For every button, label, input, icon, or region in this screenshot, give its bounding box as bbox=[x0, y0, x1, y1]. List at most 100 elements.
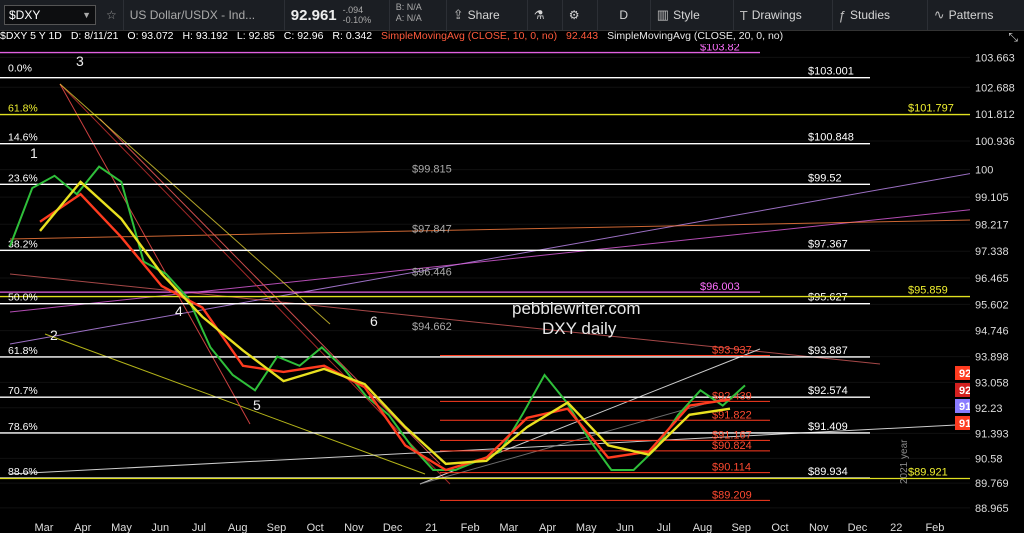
yellow-level-label: $95.859 bbox=[908, 285, 948, 297]
share-button[interactable]: ⇪ Share bbox=[447, 0, 528, 30]
x-tick-label: Aug bbox=[693, 522, 713, 533]
y-tick-label: 92.23 bbox=[975, 403, 1003, 415]
drawings-button[interactable]: T Drawings bbox=[734, 0, 833, 30]
style-button[interactable]: ▥ Style bbox=[651, 0, 734, 30]
trend-line bbox=[9, 218, 1024, 240]
price-level-label: $99.52 bbox=[808, 172, 842, 184]
mid-level-label: $99.815 bbox=[412, 163, 452, 175]
y-tick-label: 94.746 bbox=[975, 326, 1009, 338]
red-level-label: $90.824 bbox=[712, 440, 752, 452]
price-level-label: $93.887 bbox=[808, 345, 848, 357]
y-axis: 103.663 102.688 101.812 100.936 100 99.105 98.… bbox=[970, 44, 1024, 533]
study-info-bar: $DXY 5 Y 1D D: 8/11/21 O: 93.072 H: 93.1… bbox=[0, 30, 1024, 44]
x-tick-label: Mar bbox=[35, 522, 54, 533]
x-tick-label: Jul bbox=[657, 522, 671, 533]
mid-level-label: $96.446 bbox=[412, 267, 452, 279]
studies-button[interactable]: ƒ Studies bbox=[833, 0, 928, 30]
y-tick-label: 99.105 bbox=[975, 192, 1009, 204]
x-tick-label: Sep bbox=[267, 522, 287, 533]
patterns-button[interactable]: ∿ Patterns bbox=[928, 0, 1024, 30]
x-tick-label: Sep bbox=[731, 522, 751, 533]
fib-label: 61.8% bbox=[8, 103, 38, 115]
sma-line-1 bbox=[39, 192, 731, 472]
last-price: 92.961 bbox=[290, 6, 337, 24]
fib-label: 14.6% bbox=[8, 132, 38, 144]
price-level-label: $103.001 bbox=[808, 66, 854, 78]
star-icon: ☆ bbox=[106, 8, 117, 22]
y-tick-label: 103.663 bbox=[975, 52, 1015, 64]
y-tick-label: 97.338 bbox=[975, 246, 1009, 258]
info-open: O: 93.072 bbox=[127, 30, 174, 42]
info-close: C: 92.96 bbox=[283, 30, 324, 42]
watermark-subtitle: DXY daily bbox=[542, 319, 617, 338]
gear-icon: ⚙ bbox=[568, 8, 580, 22]
price-level-label: $92.574 bbox=[808, 385, 848, 397]
x-tick-label: Jun bbox=[151, 522, 169, 533]
trend-line bbox=[59, 83, 251, 425]
info-low: L: 92.85 bbox=[236, 30, 275, 42]
x-tick-label: Mar bbox=[499, 522, 518, 533]
x-tick-label: May bbox=[576, 522, 597, 533]
flask-button[interactable]: ⚗ bbox=[528, 0, 563, 30]
magenta-level-label: $96.003 bbox=[700, 281, 740, 293]
trend-line bbox=[9, 203, 1024, 313]
x-tick-label: 21 bbox=[425, 522, 437, 533]
price-levels: $103.001 $100.848 $99.52 $97.367 $95.627 $93.… bbox=[0, 44, 970, 501]
price-display: 92.961 -.094 -0.10% bbox=[285, 0, 390, 30]
mid-level-label: $94.662 bbox=[412, 321, 452, 333]
magenta-level-label: $103.82 bbox=[700, 44, 740, 54]
wave-label: 5 bbox=[253, 397, 261, 413]
chevron-down-icon[interactable]: ▼ bbox=[82, 10, 91, 20]
price-level-label: $97.367 bbox=[808, 238, 848, 250]
wave-label: 3 bbox=[76, 53, 84, 69]
price-chart[interactable]: $103.001 $100.848 $99.52 $97.367 $95.627 $93.… bbox=[0, 44, 1024, 533]
yellow-level-label: $89.921 bbox=[908, 467, 948, 479]
fib-label: 78.6% bbox=[8, 421, 38, 433]
favorite-button[interactable]: ☆ bbox=[100, 0, 124, 30]
ask-value: A: N/A bbox=[395, 13, 422, 23]
y-tick-label: 93.058 bbox=[975, 377, 1009, 389]
studies-icon: ƒ bbox=[838, 7, 846, 23]
red-level-label: $90.114 bbox=[712, 462, 751, 474]
bid-value: B: N/A bbox=[395, 2, 422, 12]
x-tick-label: Nov bbox=[809, 522, 829, 533]
x-tick-label: May bbox=[111, 522, 132, 533]
symbol-input[interactable]: $DXY ▼ bbox=[4, 5, 96, 25]
mid-level-label: $97.847 bbox=[412, 224, 452, 236]
yellow-level-label: $101.797 bbox=[908, 103, 954, 115]
x-tick-label: Dec bbox=[383, 522, 403, 533]
x-tick-label: Dec bbox=[848, 522, 868, 533]
settings-button[interactable]: ⚙ bbox=[563, 0, 598, 30]
info-symbol: $DXY 5 Y 1D bbox=[0, 30, 62, 42]
change-value: -.094 bbox=[342, 5, 364, 15]
timeframe-button[interactable]: D bbox=[598, 0, 651, 30]
info-range: R: 0.342 bbox=[332, 30, 373, 42]
sma20-label[interactable]: SimpleMovingAvg (CLOSE, 20, 0, no) bbox=[607, 30, 783, 42]
drawings-icon: T bbox=[739, 7, 748, 23]
wave-label: 6 bbox=[370, 313, 378, 329]
fib-label: 23.6% bbox=[8, 172, 38, 184]
flask-icon: ⚗ bbox=[533, 8, 545, 22]
info-date: D: 8/11/21 bbox=[70, 30, 119, 42]
patterns-icon: ∿ bbox=[933, 7, 945, 22]
y-tick-label: 89.769 bbox=[975, 478, 1009, 490]
fib-label: 70.7% bbox=[8, 385, 38, 397]
x-tick-label: Oct bbox=[771, 522, 788, 533]
y-tick-label: 91.393 bbox=[975, 428, 1009, 440]
symbol-description: US Dollar/USDX - Ind... bbox=[124, 0, 285, 30]
x-tick-label: Nov bbox=[344, 522, 364, 533]
y-tick-label: 88.965 bbox=[975, 503, 1009, 515]
price-level-label: $91.409 bbox=[808, 421, 848, 433]
red-level-label: $89.209 bbox=[712, 489, 752, 501]
price-level-label: $89.934 bbox=[808, 466, 848, 478]
fib-label: 61.8% bbox=[8, 345, 38, 357]
watermark-title: pebblewriter.com bbox=[512, 299, 641, 318]
sma10-value: 92.443 bbox=[566, 30, 599, 42]
x-tick-label: 22 bbox=[890, 522, 902, 533]
y-tick-label: 100 bbox=[975, 165, 993, 177]
symbol-value: $DXY bbox=[9, 8, 41, 22]
fib-label: 88.6% bbox=[8, 466, 38, 478]
collapse-icon[interactable]: ⤡ bbox=[1008, 30, 1018, 45]
sma10-label[interactable]: SimpleMovingAvg (CLOSE, 10, 0, no) bbox=[381, 30, 557, 42]
x-tick-label: Jun bbox=[616, 522, 634, 533]
